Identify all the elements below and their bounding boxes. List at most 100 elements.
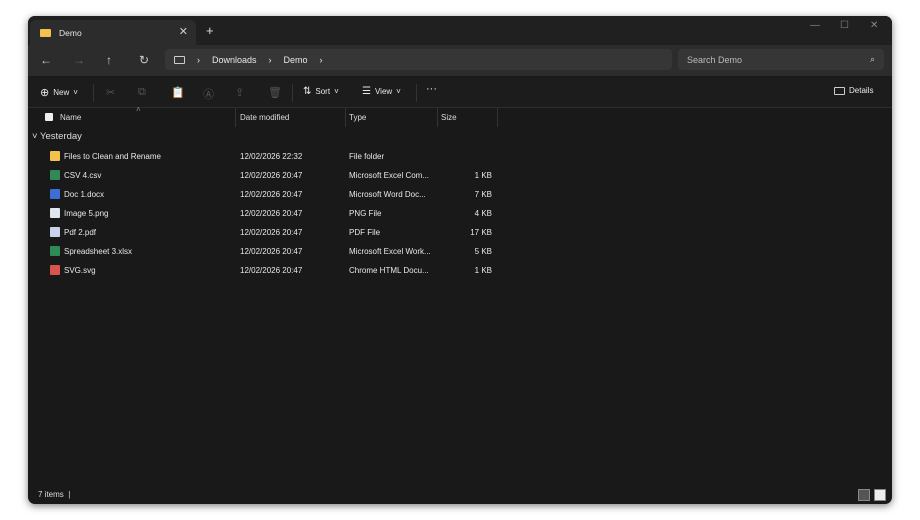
- file-type: Chrome HTML Docu...: [349, 266, 429, 275]
- file-row[interactable]: CSV 4.csv 12/02/2026 20:47 Microsoft Exc…: [28, 166, 508, 185]
- forward-button[interactable]: →: [73, 53, 85, 67]
- details-label: Details: [849, 86, 874, 95]
- file-type: Microsoft Excel Work...: [349, 247, 431, 256]
- paste-icon[interactable]: 📋: [171, 86, 185, 99]
- file-name: Files to Clean and Rename: [64, 152, 161, 161]
- group-label: Yesterday: [40, 131, 82, 142]
- file-type: PNG File: [349, 209, 382, 218]
- file-type: Microsoft Excel Com...: [349, 171, 430, 180]
- new-tab-button[interactable]: +: [206, 23, 214, 38]
- details-view-toggle[interactable]: [858, 489, 870, 501]
- file-name: SVG.svg: [64, 266, 96, 275]
- file-date: 12/02/2026 20:47: [240, 228, 303, 237]
- file-row[interactable]: Pdf 2.pdf 12/02/2026 20:47 PDF File 17 K…: [28, 223, 508, 242]
- select-all-checkbox[interactable]: [45, 113, 53, 121]
- file-row[interactable]: SVG.svg 12/02/2026 20:47 Chrome HTML Doc…: [28, 261, 508, 280]
- search-placeholder: Search Demo: [687, 54, 743, 65]
- column-header: Name ˄ Date modified Type Size: [28, 105, 892, 127]
- file-type: File folder: [349, 152, 385, 161]
- file-row[interactable]: Doc 1.docx 12/02/2026 20:47 Microsoft Wo…: [28, 185, 508, 204]
- up-button[interactable]: ↑: [106, 53, 112, 67]
- file-date: 12/02/2026 20:47: [240, 190, 303, 199]
- file-date: 12/02/2026 20:47: [240, 247, 303, 256]
- item-count: 7 items |: [38, 490, 71, 499]
- file-date: 12/02/2026 20:47: [240, 171, 303, 180]
- view-label: View: [374, 87, 393, 96]
- cut-icon[interactable]: ✂: [106, 86, 115, 99]
- chevron-down-icon: ˅: [73, 88, 78, 97]
- group-yesterday[interactable]: ˅ Yesterday: [32, 131, 82, 142]
- column-type[interactable]: Type: [349, 113, 366, 122]
- new-button[interactable]: ⊕ New ˅: [40, 86, 78, 99]
- file-date: 12/02/2026 20:47: [240, 209, 303, 218]
- tab-bar: Demo ✕ + — ☐ ✕: [28, 16, 892, 45]
- more-options-button[interactable]: ···: [426, 83, 437, 95]
- sort-label: Sort: [315, 87, 331, 96]
- close-window-button[interactable]: ✕: [870, 20, 878, 31]
- file-name: Image 5.png: [64, 209, 109, 218]
- details-button[interactable]: Details: [834, 86, 873, 95]
- file-size: 4 KB: [474, 209, 492, 218]
- file-name: CSV 4.csv: [64, 171, 102, 180]
- sort-icon: ⇅: [303, 86, 312, 97]
- chevron-right-icon: ›: [197, 54, 200, 65]
- sort-button[interactable]: ⇅ Sort ˅: [303, 86, 339, 97]
- command-bar: ⊕ New ˅ ✂ ⧉ 📋 Ⓐ ⇪ 🗑 ⇅ Sort ˅ ☰ View ˅ ··· Deta…: [28, 77, 892, 108]
- file-date: 12/02/2026 22:32: [240, 152, 303, 161]
- share-icon[interactable]: ⇪: [235, 86, 244, 99]
- chevron-right-icon[interactable]: ›: [320, 55, 323, 65]
- file-name: Doc 1.docx: [64, 190, 105, 199]
- breadcrumb-demo[interactable]: Demo: [284, 55, 308, 65]
- file-row[interactable]: Image 5.png 12/02/2026 20:47 PNG File 4 …: [28, 204, 508, 223]
- maximize-button[interactable]: ☐: [840, 20, 849, 31]
- column-size[interactable]: Size: [441, 113, 457, 122]
- copy-icon[interactable]: ⧉: [138, 86, 146, 99]
- rename-icon[interactable]: Ⓐ: [203, 86, 214, 102]
- view-lines-icon: ☰: [362, 86, 371, 97]
- file-size: 5 KB: [474, 247, 492, 256]
- pdf-icon: [50, 227, 60, 237]
- refresh-button[interactable]: ↻: [139, 53, 149, 67]
- file-size: 17 KB: [470, 228, 492, 237]
- sort-arrow-icon: ˄: [136, 105, 141, 114]
- new-label: New: [53, 88, 70, 97]
- image-icon: [50, 208, 60, 218]
- address-bar[interactable]: › Downloads › Demo ›: [165, 49, 672, 70]
- chevron-right-icon: ›: [268, 54, 272, 65]
- back-button[interactable]: ←: [40, 53, 52, 67]
- plus-circle-icon: ⊕: [40, 87, 50, 99]
- folder-icon: [50, 151, 60, 161]
- excel-csv-icon: [50, 170, 60, 180]
- file-type: Microsoft Word Doc...: [349, 190, 426, 199]
- large-icons-view-toggle[interactable]: [874, 489, 886, 501]
- delete-icon[interactable]: 🗑: [268, 86, 282, 99]
- this-pc-icon: [174, 55, 185, 64]
- file-size: 7 KB: [474, 190, 492, 199]
- close-tab-icon[interactable]: ✕: [179, 25, 188, 38]
- tab-demo[interactable]: Demo ✕: [30, 20, 196, 45]
- word-icon: [50, 189, 60, 199]
- breadcrumb-downloads[interactable]: Downloads: [212, 55, 257, 65]
- file-date: 12/02/2026 20:47: [240, 266, 303, 275]
- file-row[interactable]: Spreadsheet 3.xlsx 12/02/2026 20:47 Micr…: [28, 242, 508, 261]
- file-size: 1 KB: [474, 266, 492, 275]
- excel-icon: [50, 246, 60, 256]
- file-type: PDF File: [349, 228, 381, 237]
- view-button[interactable]: ☰ View ˅: [362, 86, 401, 97]
- address-row: ← → ↑ ↻ › Downloads › Demo › Search Demo…: [28, 45, 892, 76]
- column-name[interactable]: Name: [60, 113, 81, 122]
- search-input[interactable]: Search Demo ⌕: [678, 49, 884, 70]
- minimize-button[interactable]: —: [810, 20, 820, 31]
- chrome-icon: [50, 265, 60, 275]
- column-date-modified[interactable]: Date modified: [240, 113, 289, 122]
- file-name: Spreadsheet 3.xlsx: [64, 247, 133, 256]
- tab-title: Demo: [59, 27, 82, 38]
- file-row[interactable]: Files to Clean and Rename 12/02/2026 22:…: [28, 147, 508, 166]
- search-icon: ⌕: [869, 54, 875, 64]
- item-count-text: 7 items: [38, 490, 64, 499]
- details-pane-icon: [834, 86, 845, 95]
- chevron-down-icon: ˅: [32, 131, 41, 142]
- chevron-down-icon: ˅: [334, 87, 339, 96]
- file-name: Pdf 2.pdf: [64, 228, 97, 237]
- chevron-down-icon: ˅: [396, 87, 401, 96]
